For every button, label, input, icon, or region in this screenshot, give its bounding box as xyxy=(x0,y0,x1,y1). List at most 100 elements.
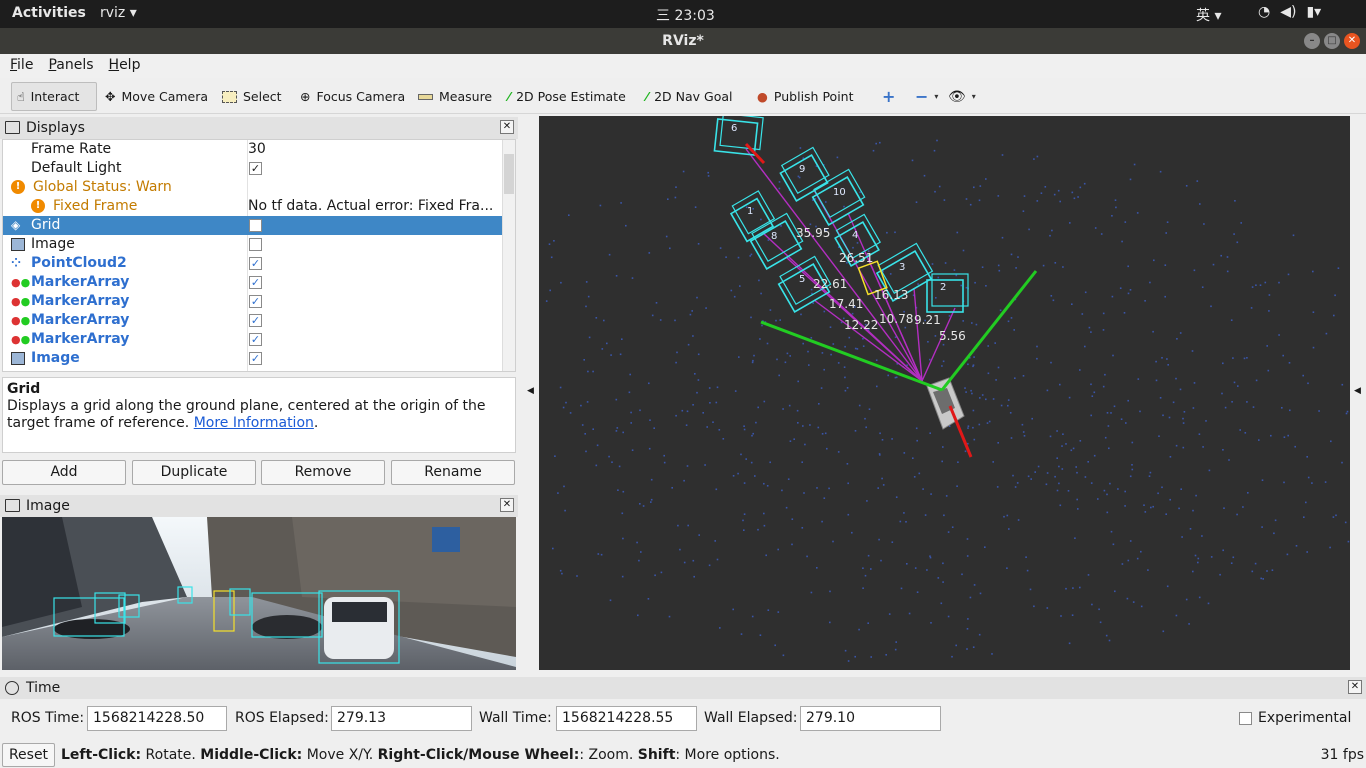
view-tool-button[interactable]: 👁 ▾ xyxy=(943,82,981,111)
publish-point-tool[interactable]: ● Publish Point xyxy=(752,82,859,111)
cloud-point xyxy=(1167,364,1169,366)
nav-goal-tool[interactable]: ⁄ 2D Nav Goal xyxy=(641,82,738,111)
cloud-point xyxy=(1062,433,1064,435)
wall-time-field[interactable]: 1568214228.55 xyxy=(556,706,697,731)
row-checkbox[interactable] xyxy=(249,238,262,251)
tree-row-markerarray[interactable]: ●● MarkerArray ✓ xyxy=(3,330,503,349)
cloud-point xyxy=(1175,377,1177,380)
measure-tool[interactable]: Measure xyxy=(413,82,497,111)
cloud-point xyxy=(719,247,722,249)
tree-row-default-light[interactable]: Default Light ✓ xyxy=(3,159,503,178)
cloud-point xyxy=(793,438,795,440)
cloud-point xyxy=(742,519,744,522)
image-panel-close-icon[interactable]: ✕ xyxy=(500,498,514,512)
activities-button[interactable]: Activities xyxy=(12,5,86,21)
menu-file[interactable]: File xyxy=(0,54,38,78)
tree-row-image-2[interactable]: Image ✓ xyxy=(3,349,503,368)
input-method[interactable]: 英 ▾ xyxy=(1196,5,1221,25)
cloud-point xyxy=(1333,314,1335,317)
cloud-point xyxy=(1292,234,1295,237)
tree-row-markerarray[interactable]: ●● MarkerArray ✓ xyxy=(3,273,503,292)
remove-button[interactable]: Remove xyxy=(261,460,385,485)
system-tray[interactable]: ◔ ◀) ▮▾ xyxy=(1258,4,1321,20)
focus-camera-label: Focus Camera xyxy=(316,89,406,104)
interact-tool[interactable]: ☝ Interact xyxy=(11,82,97,111)
row-checkbox[interactable]: ✓ xyxy=(249,333,262,346)
cloud-point xyxy=(709,402,711,404)
cloud-point xyxy=(708,564,711,567)
cloud-point xyxy=(882,484,885,486)
remove-tool-button[interactable]: − ▾ xyxy=(910,82,943,111)
time-close-icon[interactable]: ✕ xyxy=(1348,680,1362,694)
image-icon xyxy=(11,352,25,365)
wall-elapsed-field[interactable]: 279.10 xyxy=(800,706,941,731)
cloud-point xyxy=(1100,233,1103,235)
collapse-left-icon[interactable]: ◀ xyxy=(527,386,534,396)
cloud-point xyxy=(1197,557,1200,560)
cloud-point xyxy=(1119,287,1122,289)
app-menu[interactable]: rviz ▾ xyxy=(100,5,137,21)
cloud-point xyxy=(1125,422,1127,424)
row-value[interactable]: 30 xyxy=(248,140,266,159)
row-checkbox[interactable]: ✓ xyxy=(249,276,262,289)
cloud-point xyxy=(650,501,652,503)
tree-row-fixed-frame[interactable]: ! Fixed Frame No tf data. Actual error: … xyxy=(3,197,503,216)
cloud-point xyxy=(1193,382,1196,384)
render-viewport-3d[interactable]: 6 9 10 1 8 5 4 3 2 35.95 26.51 22.61 17.41 16.13 12.2… xyxy=(539,116,1350,670)
rename-button[interactable]: Rename xyxy=(391,460,515,485)
experimental-checkbox[interactable] xyxy=(1239,712,1252,725)
row-checkbox[interactable]: ✓ xyxy=(249,295,262,308)
displays-tree[interactable]: Frame Rate 30 Default Light ✓ ! Global S… xyxy=(2,139,516,372)
tree-row-grid[interactable]: ◈ Grid xyxy=(3,216,503,235)
cloud-point xyxy=(777,611,780,613)
cloud-point xyxy=(1115,206,1117,209)
cloud-point xyxy=(779,319,781,321)
row-checkbox[interactable] xyxy=(249,219,262,232)
cloud-point xyxy=(630,422,632,424)
more-information-link[interactable]: More Information xyxy=(194,415,314,431)
help-left-click: Left-Click: xyxy=(61,747,142,763)
interact-label: Interact xyxy=(30,89,80,104)
tree-row-global-status[interactable]: ! Global Status: Warn xyxy=(3,178,503,197)
menu-panels[interactable]: Panels xyxy=(38,54,98,78)
row-checkbox[interactable]: ✓ xyxy=(249,162,262,175)
tree-scrollbar[interactable] xyxy=(502,140,515,371)
right-splitter[interactable]: ◀ xyxy=(1350,116,1366,670)
cloud-point xyxy=(945,495,948,497)
row-checkbox[interactable]: ✓ xyxy=(249,314,262,327)
move-camera-tool[interactable]: ✥ Move Camera xyxy=(100,82,213,111)
tree-row-markerarray[interactable]: ●● MarkerArray ✓ xyxy=(3,311,503,330)
reset-button[interactable]: Reset xyxy=(2,743,55,767)
cloud-point xyxy=(1191,350,1194,352)
row-checkbox[interactable]: ✓ xyxy=(249,257,262,270)
cloud-point xyxy=(894,648,897,651)
ros-elapsed-field[interactable]: 279.13 xyxy=(331,706,472,731)
cloud-point xyxy=(934,190,936,193)
focus-camera-tool[interactable]: ⊕ Focus Camera xyxy=(295,82,410,111)
duplicate-button[interactable]: Duplicate xyxy=(132,460,256,485)
collapse-right-icon[interactable]: ◀ xyxy=(1354,386,1361,396)
pose-estimate-tool[interactable]: ⁄ 2D Pose Estimate xyxy=(503,82,631,111)
cloud-point xyxy=(1198,596,1201,599)
row-checkbox[interactable]: ✓ xyxy=(249,352,262,365)
displays-close-icon[interactable]: ✕ xyxy=(500,120,514,134)
tree-row-markerarray[interactable]: ●● MarkerArray ✓ xyxy=(3,292,503,311)
left-splitter[interactable]: ◀ xyxy=(523,116,538,670)
ros-time-field[interactable]: 1568214228.50 xyxy=(87,706,227,731)
tree-row-frame-rate[interactable]: Frame Rate 30 xyxy=(3,140,503,159)
select-tool[interactable]: Select xyxy=(217,82,287,111)
tree-row-pointcloud2[interactable]: ⁘ PointCloud2 ✓ xyxy=(3,254,503,273)
cloud-point xyxy=(894,376,897,379)
tree-row-image[interactable]: Image xyxy=(3,235,503,254)
cloud-point xyxy=(917,283,919,285)
cloud-point xyxy=(1267,369,1270,372)
add-tool-button[interactable]: + xyxy=(877,82,900,111)
move-icon: ✥ xyxy=(105,89,116,104)
menu-help[interactable]: Help xyxy=(99,54,146,78)
clock[interactable]: 三 23:03 xyxy=(656,5,715,25)
maximize-button[interactable]: □ xyxy=(1324,33,1340,49)
minimize-button[interactable]: – xyxy=(1304,33,1320,49)
close-button[interactable]: ✕ xyxy=(1344,33,1360,49)
add-button[interactable]: Add xyxy=(2,460,126,485)
wall-elapsed-label: Wall Elapsed: xyxy=(704,710,798,726)
